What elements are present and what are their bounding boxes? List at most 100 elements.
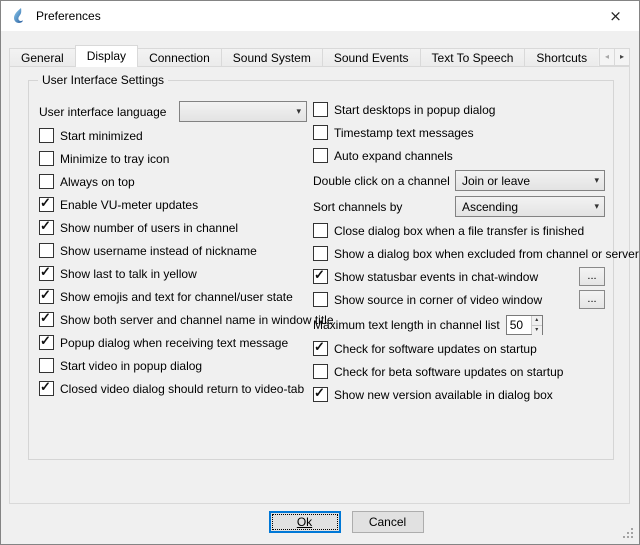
checkbox-video-popup[interactable]: Start video in popup dialog — [39, 357, 307, 374]
max-text-length-input[interactable] — [507, 316, 531, 334]
tab-general[interactable]: General — [9, 48, 76, 67]
checkbox-label: Check for software updates on startup — [334, 342, 537, 356]
video-source-more-button[interactable]: ... — [579, 290, 605, 309]
spin-up-icon[interactable]: ▴ — [532, 316, 542, 326]
checkbox-show-username[interactable]: Show username instead of nickname — [39, 242, 307, 259]
user-interface-settings-group: User Interface Settings User interface l… — [28, 80, 614, 460]
checkbox-box — [39, 220, 54, 235]
checkbox-box — [313, 102, 328, 117]
resize-grip[interactable] — [622, 527, 624, 529]
checkbox-excluded-dialog[interactable]: Show a dialog box when excluded from cha… — [313, 245, 605, 262]
tab-sound-events[interactable]: Sound Events — [322, 48, 421, 67]
checkbox-server-channel-title[interactable]: Show both server and channel name in win… — [39, 311, 307, 328]
checkbox-box — [39, 128, 54, 143]
checkbox-desktops-popup[interactable]: Start desktops in popup dialog — [313, 101, 605, 118]
double-click-value: Join or leave — [462, 174, 530, 188]
language-select[interactable]: ▾ — [179, 101, 307, 122]
checkbox-start-minimized[interactable]: Start minimized — [39, 127, 307, 144]
checkbox-label: Minimize to tray icon — [60, 152, 169, 166]
checkbox-timestamp-messages[interactable]: Timestamp text messages — [313, 124, 605, 141]
checkbox-always-on-top[interactable]: Always on top — [39, 173, 307, 190]
max-text-length-row: Maximum text length in channel list ▴ ▾ — [313, 314, 605, 335]
double-click-select[interactable]: Join or leave ▾ — [455, 170, 605, 191]
checkbox-box — [39, 266, 54, 281]
checkbox-label: Start desktops in popup dialog — [334, 103, 495, 117]
checkbox-label: Show a dialog box when excluded from cha… — [334, 247, 639, 261]
tab-bar: General Display Connection Sound System … — [9, 44, 598, 67]
chevron-down-icon: ▾ — [588, 201, 599, 212]
checkbox-box — [313, 387, 328, 402]
checkbox-label: Show new version available in dialog box — [334, 388, 553, 402]
checkbox-show-user-count[interactable]: Show number of users in channel — [39, 219, 307, 236]
spinner-arrows: ▴ ▾ — [531, 316, 542, 334]
checkbox-box — [39, 289, 54, 304]
max-text-length-label: Maximum text length in channel list — [313, 318, 500, 332]
tab-scroll-right-icon[interactable]: ▸ — [614, 48, 630, 66]
app-icon — [11, 8, 27, 24]
checkbox-label: Show number of users in channel — [60, 221, 238, 235]
group-title: User Interface Settings — [38, 73, 168, 88]
checkbox-emojis-text[interactable]: Show emojis and text for channel/user st… — [39, 288, 307, 305]
checkbox-close-on-transfer[interactable]: Close dialog box when a file transfer is… — [313, 222, 605, 239]
checkbox-auto-expand[interactable]: Auto expand channels — [313, 147, 605, 164]
language-label: User interface language — [39, 105, 166, 119]
checkbox-box — [39, 381, 54, 396]
double-click-row: Double click on a channel Join or leave … — [313, 170, 605, 191]
checkbox-label: Check for beta software updates on start… — [334, 365, 563, 379]
tab-display[interactable]: Display — [75, 45, 138, 67]
window-title: Preferences — [36, 9, 101, 23]
checkbox-box — [313, 269, 328, 284]
checkbox-box — [313, 246, 328, 261]
tab-sound-system[interactable]: Sound System — [221, 48, 323, 67]
checkbox-box — [313, 125, 328, 140]
tab-connection[interactable]: Connection — [137, 48, 222, 67]
checkbox-label: Show statusbar events in chat-window — [334, 270, 538, 284]
checkbox-beta-updates[interactable]: Check for beta software updates on start… — [313, 363, 605, 380]
checkbox-label: Show last to talk in yellow — [60, 267, 197, 281]
checkbox-label: Closed video dialog should return to vid… — [60, 382, 304, 396]
checkbox-label: Show source in corner of video window — [334, 293, 542, 307]
checkbox-new-version-dialog[interactable]: Show new version available in dialog box — [313, 386, 605, 403]
close-button[interactable]: × — [593, 2, 638, 30]
chevron-down-icon: ▾ — [588, 175, 599, 186]
display-tab-pane: User Interface Settings User interface l… — [9, 66, 630, 504]
right-column: Start desktops in popup dialog Timestamp… — [313, 101, 605, 409]
checkbox-label: Auto expand channels — [334, 149, 453, 163]
checkbox-box — [313, 341, 328, 356]
sort-channels-select[interactable]: Ascending ▾ — [455, 196, 605, 217]
checkbox-box — [313, 223, 328, 238]
checkbox-box — [39, 358, 54, 373]
sort-channels-row: Sort channels by Ascending ▾ — [313, 196, 605, 217]
max-text-length-stepper[interactable]: ▴ ▾ — [506, 315, 543, 335]
checkbox-box — [39, 151, 54, 166]
statusbar-events-more-button[interactable]: ... — [579, 267, 605, 286]
checkbox-last-to-talk[interactable]: Show last to talk in yellow — [39, 265, 307, 282]
tab-scroll-left-icon[interactable]: ◂ — [599, 48, 615, 66]
title-bar[interactable]: Preferences × — [1, 1, 639, 31]
checkbox-vu-meter[interactable]: Enable VU-meter updates — [39, 196, 307, 213]
checkbox-box — [313, 292, 328, 307]
checkbox-label: Show both server and channel name in win… — [60, 313, 334, 327]
checkbox-box — [313, 364, 328, 379]
tab-text-to-speech[interactable]: Text To Speech — [420, 48, 526, 67]
sort-channels-value: Ascending — [462, 200, 518, 214]
checkbox-label: Start minimized — [60, 129, 143, 143]
tab-shortcuts[interactable]: Shortcuts — [524, 48, 598, 67]
checkbox-label: Timestamp text messages — [334, 126, 474, 140]
spin-down-icon[interactable]: ▾ — [532, 326, 542, 335]
left-column: User interface language ▾ Start minimize… — [39, 101, 307, 403]
checkbox-label: Popup dialog when receiving text message — [60, 336, 288, 350]
checkbox-box — [39, 312, 54, 327]
checkbox-video-return-tab[interactable]: Closed video dialog should return to vid… — [39, 380, 307, 397]
checkbox-popup-text-message[interactable]: Popup dialog when receiving text message — [39, 334, 307, 351]
ok-button[interactable]: Ok — [269, 511, 341, 533]
checkbox-video-source-corner[interactable]: Show source in corner of video window ..… — [313, 291, 605, 308]
language-row: User interface language ▾ — [39, 101, 307, 122]
checkbox-statusbar-events[interactable]: Show statusbar events in chat-window ... — [313, 268, 605, 285]
sort-channels-label: Sort channels by — [313, 200, 402, 214]
cancel-button[interactable]: Cancel — [352, 511, 424, 533]
checkbox-software-updates[interactable]: Check for software updates on startup — [313, 340, 605, 357]
checkbox-label: Start video in popup dialog — [60, 359, 202, 373]
checkbox-minimize-to-tray[interactable]: Minimize to tray icon — [39, 150, 307, 167]
checkbox-box — [39, 243, 54, 258]
